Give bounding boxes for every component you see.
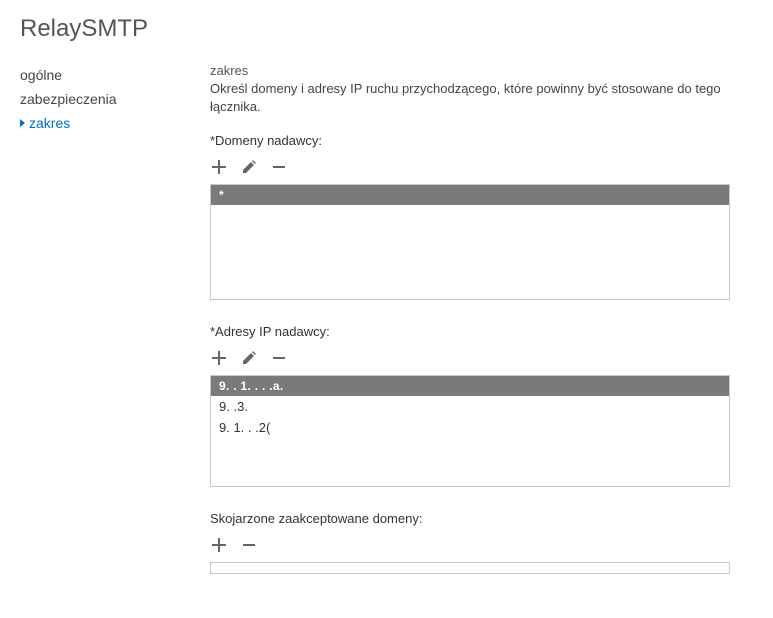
sidebar-item-label: ogólne <box>20 67 62 83</box>
sender-domains-label: *Domeny nadawcy: <box>210 133 730 148</box>
plus-icon <box>212 351 226 365</box>
sender-domains-listbox[interactable]: * <box>210 184 730 300</box>
list-item[interactable]: * <box>211 185 729 205</box>
sender-domains-toolbar <box>210 154 730 184</box>
assoc-domains-listbox[interactable] <box>210 562 730 574</box>
list-item[interactable]: 9. 1. . .2( <box>211 417 729 438</box>
pencil-icon <box>242 351 256 365</box>
remove-button[interactable] <box>240 536 258 554</box>
sidebar-item-label: zakres <box>29 115 70 131</box>
add-button[interactable] <box>210 158 228 176</box>
sidebar-item-general[interactable]: ogólne <box>20 63 180 87</box>
plus-icon <box>212 160 226 174</box>
section-description: Określ domeny i adresy IP ruchu przychod… <box>210 80 730 115</box>
assoc-domains-label: Skojarzone zaakceptowane domeny: <box>210 511 730 526</box>
remove-button[interactable] <box>270 349 288 367</box>
assoc-domains-toolbar <box>210 532 730 562</box>
edit-button[interactable] <box>240 158 258 176</box>
sidebar-item-scope[interactable]: zakres <box>20 111 180 135</box>
sidebar: ogólne zabezpieczenia zakres <box>20 63 180 598</box>
sidebar-item-label: zabezpieczenia <box>20 91 117 107</box>
minus-icon <box>272 160 286 174</box>
pencil-icon <box>242 160 256 174</box>
sidebar-item-security[interactable]: zabezpieczenia <box>20 87 180 111</box>
section-heading: zakres <box>210 63 730 78</box>
add-button[interactable] <box>210 349 228 367</box>
add-button[interactable] <box>210 536 228 554</box>
page-title: RelaySMTP <box>20 15 753 43</box>
minus-icon <box>272 351 286 365</box>
remove-button[interactable] <box>270 158 288 176</box>
list-item[interactable]: 9. . 1. . . .a. <box>211 376 729 396</box>
plus-icon <box>212 538 226 552</box>
main-content: zakres Określ domeny i adresy IP ruchu p… <box>210 63 730 598</box>
caret-right-icon <box>20 119 25 127</box>
minus-icon <box>242 538 256 552</box>
sender-ips-listbox[interactable]: 9. . 1. . . .a. 9. .3. 9. 1. . .2( <box>210 375 730 487</box>
sender-ips-toolbar <box>210 345 730 375</box>
list-item[interactable]: 9. .3. <box>211 396 729 417</box>
sender-ips-label: *Adresy IP nadawcy: <box>210 324 730 339</box>
edit-button[interactable] <box>240 349 258 367</box>
